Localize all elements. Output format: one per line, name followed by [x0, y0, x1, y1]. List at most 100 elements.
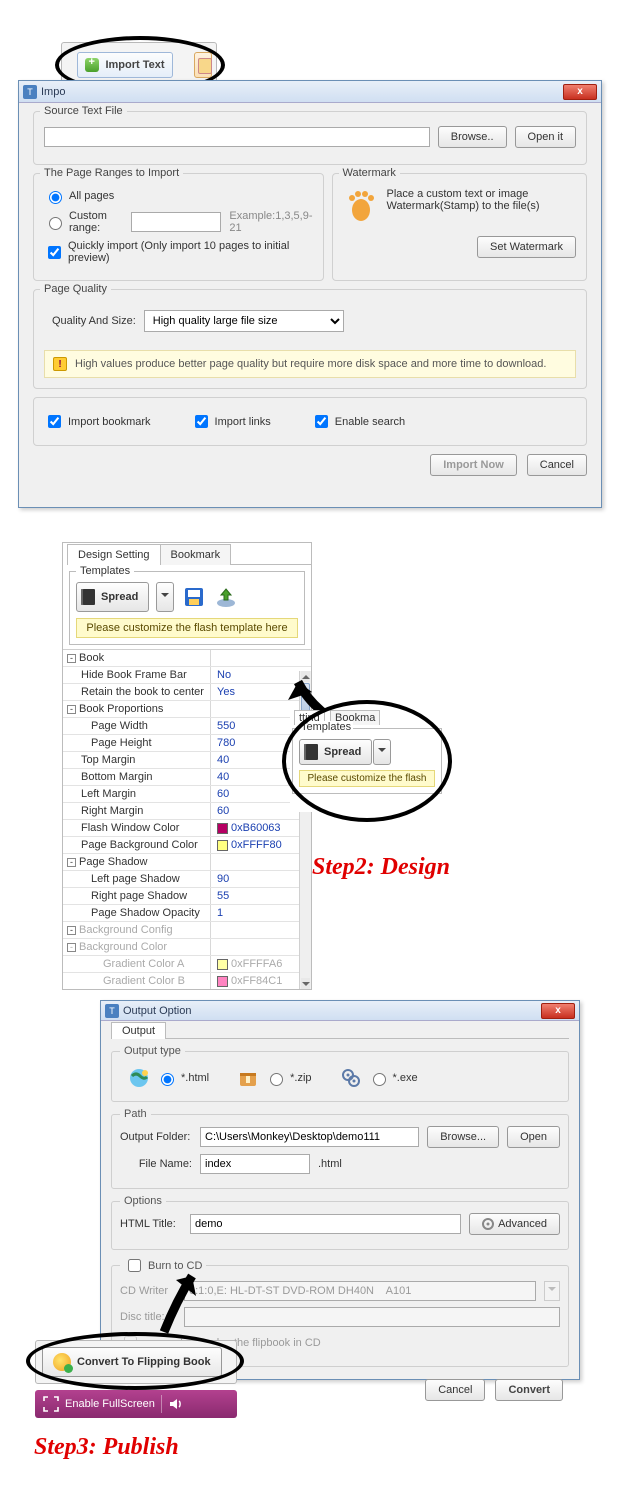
import-options-group: Import bookmark Import links Enable sear… [33, 397, 587, 446]
design-setting-panel: Design Setting Bookmark Templates Spread… [62, 542, 312, 990]
output-html-radio[interactable]: *.html [156, 1070, 209, 1086]
quality-size-select[interactable]: High quality large file size [144, 310, 344, 332]
step3-label: Step3: Publish [34, 1434, 179, 1461]
prop-key: Gradient Color B [63, 973, 211, 989]
step3-oval-annotation [26, 1332, 244, 1390]
advanced-button[interactable]: Advanced [469, 1213, 560, 1235]
quickly-import-checkbox[interactable]: Quickly import (Only import 10 pages to … [44, 240, 313, 264]
prop-key: Left page Shadow [63, 871, 211, 887]
footprint-icon [343, 188, 379, 224]
prop-value[interactable]: 0xFFFFA6 [211, 956, 311, 972]
prop-value[interactable]: 90 [211, 871, 311, 887]
toolbar-separator [161, 1395, 162, 1413]
enable-fullscreen-label[interactable]: Enable FullScreen [65, 1398, 155, 1410]
prop-key: Right Margin [63, 803, 211, 819]
prop-key: Right page Shadow [63, 888, 211, 904]
output-folder-input[interactable] [200, 1127, 419, 1147]
prop-value[interactable]: 1 [211, 905, 311, 921]
prop-category[interactable]: -Book Proportions [63, 701, 211, 717]
prop-row: Retain the book to centerYes [63, 684, 311, 701]
close-icon[interactable]: x [541, 1003, 575, 1019]
file-name-input[interactable] [200, 1154, 310, 1174]
prop-key: Top Margin [63, 752, 211, 768]
watermark-label: Watermark [339, 167, 400, 179]
sound-icon[interactable] [168, 1396, 184, 1412]
scroll-down-icon[interactable] [301, 978, 310, 989]
prop-value[interactable]: 0xB60063 [211, 820, 311, 836]
prop-key: Page Background Color [63, 837, 211, 853]
import-links-checkbox[interactable]: Import links [191, 412, 271, 431]
prop-key: Page Shadow Opacity [63, 905, 211, 921]
customize-template-msg: Please customize the flash template here [76, 618, 298, 638]
tab-bookmark[interactable]: Bookmark [160, 544, 232, 565]
prop-value[interactable]: 0xFFFF80 [211, 837, 311, 853]
source-file-input[interactable] [44, 127, 430, 147]
output-cancel-button[interactable]: Cancel [425, 1379, 485, 1401]
output-type-label: Output type [120, 1045, 185, 1057]
prop-row: Left page Shadow90 [63, 871, 311, 888]
all-pages-input[interactable] [49, 191, 62, 204]
quickly-import-input[interactable] [48, 246, 61, 259]
open-it-button[interactable]: Open it [515, 126, 576, 148]
spread-dropdown[interactable] [156, 582, 174, 612]
set-watermark-button[interactable]: Set Watermark [477, 236, 576, 258]
output-zip-radio[interactable]: *.zip [265, 1070, 311, 1086]
save-template-icon[interactable] [182, 585, 206, 609]
burn-cd-checkbox[interactable]: Burn to CD [124, 1256, 202, 1275]
spread-template-button[interactable]: Spread [76, 582, 149, 612]
output-open-button[interactable]: Open [507, 1126, 560, 1148]
prop-value[interactable]: 55 [211, 888, 311, 904]
zip-icon [237, 1067, 259, 1089]
import-now-button[interactable]: Import Now [430, 454, 517, 476]
browse-button[interactable]: Browse.. [438, 126, 507, 148]
prop-row: Gradient Color A0xFFFFA6 [63, 956, 311, 973]
custom-range-field[interactable] [131, 212, 221, 232]
cd-writer-input [184, 1281, 536, 1301]
page-quality-label: Page Quality [40, 283, 111, 295]
scroll-thumb[interactable] [301, 683, 310, 713]
property-grid[interactable]: -BookHide Book Frame BarNoRetain the boo… [63, 649, 311, 990]
output-convert-button[interactable]: Convert [495, 1379, 563, 1401]
step2-oval-annotation [282, 700, 452, 822]
prop-category[interactable]: -Background Color [63, 939, 211, 955]
disc-title-input [184, 1307, 560, 1327]
output-options-group: Options HTML Title: Advanced [111, 1195, 569, 1250]
disc-title-label: Disc title: [120, 1311, 176, 1323]
tab-design-setting[interactable]: Design Setting [67, 544, 161, 565]
output-dialog-title: Output Option [123, 1005, 541, 1017]
load-template-icon[interactable] [214, 585, 238, 609]
scroll-up-icon[interactable] [301, 671, 310, 682]
quickly-import-text: Quickly import (Only import 10 pages to … [68, 240, 313, 264]
cd-writer-dropdown [544, 1281, 560, 1301]
output-browse-button[interactable]: Browse... [427, 1126, 499, 1148]
import-cancel-button[interactable]: Cancel [527, 454, 587, 476]
custom-range-input[interactable] [49, 217, 62, 230]
output-path-label: Path [120, 1108, 151, 1120]
custom-range-text: Custom range: [69, 210, 123, 234]
quality-warning: ! High values produce better page qualit… [44, 350, 576, 378]
prop-row: Right Margin60 [63, 803, 311, 820]
all-pages-radio[interactable]: All pages [44, 188, 114, 204]
prop-category[interactable]: -Background Config [63, 922, 211, 938]
page-quality-group: Page Quality Quality And Size: High qual… [33, 289, 587, 389]
prop-value[interactable]: 0xFF84C1 [211, 973, 311, 989]
custom-range-radio[interactable]: Custom range: [44, 210, 123, 234]
close-icon[interactable]: x [563, 84, 597, 100]
prop-key: Gradient Color A [63, 956, 211, 972]
tab-output[interactable]: Output [111, 1022, 166, 1039]
prop-row: -Background Color [63, 939, 311, 956]
prop-row: Right page Shadow55 [63, 888, 311, 905]
fullscreen-icon[interactable] [43, 1396, 59, 1412]
prop-row: -Page Shadow [63, 854, 311, 871]
prop-value[interactable]: No [211, 667, 311, 683]
html-title-input[interactable] [190, 1214, 461, 1234]
prop-row: Flash Window Color0xB60063 [63, 820, 311, 837]
output-exe-radio[interactable]: *.exe [368, 1070, 418, 1086]
prop-value[interactable]: Yes [211, 684, 311, 700]
prop-row: -Book [63, 650, 311, 667]
spread-label: Spread [99, 591, 148, 603]
enable-search-checkbox[interactable]: Enable search [311, 412, 405, 431]
import-bookmark-checkbox[interactable]: Import bookmark [44, 412, 151, 431]
prop-category[interactable]: -Page Shadow [63, 854, 211, 870]
prop-category[interactable]: -Book [63, 650, 211, 666]
